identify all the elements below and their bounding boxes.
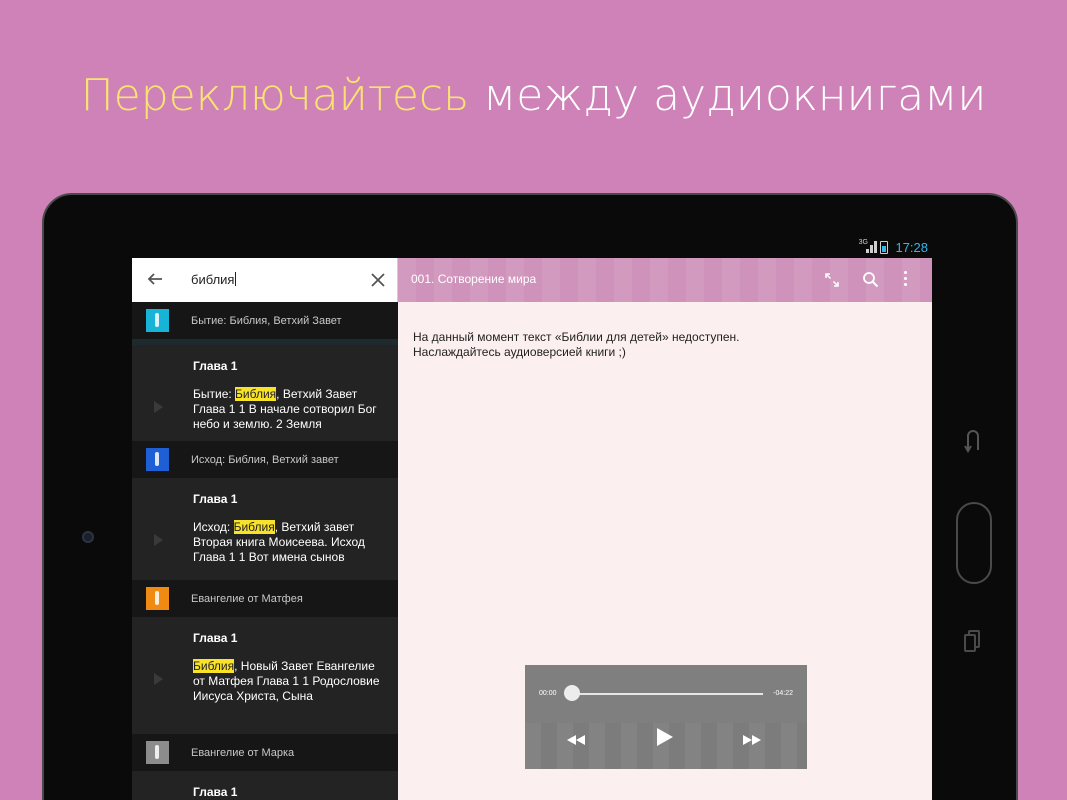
book-cover-icon xyxy=(146,587,169,610)
book-title: Евангелие от Марка xyxy=(191,747,295,759)
reader-pane: 001. Сотворение мира На данный момент те… xyxy=(398,258,932,800)
promo-headline: Переключайтесь между аудиокнигами xyxy=(0,70,1067,121)
search-query-text: библия xyxy=(191,272,235,287)
list-item-book[interactable]: Исход: Библия, Ветхий завет xyxy=(132,441,398,478)
signal-icon xyxy=(866,241,877,253)
fullscreen-icon[interactable] xyxy=(824,272,840,288)
book-title: Евангелие от Матфея xyxy=(191,593,303,605)
close-icon[interactable] xyxy=(370,272,386,288)
book-cover-icon xyxy=(146,309,169,332)
hardware-back-icon[interactable] xyxy=(963,428,983,454)
status-bar: 3G 17:28 xyxy=(132,238,932,258)
seek-bar[interactable] xyxy=(570,693,763,695)
rewind-icon[interactable] xyxy=(567,732,585,745)
elapsed-time: 00:00 xyxy=(539,690,557,697)
play-icon[interactable] xyxy=(154,534,163,546)
book-cover-icon xyxy=(146,741,169,764)
chapter-title: Глава 1 xyxy=(193,359,238,373)
search-icon[interactable] xyxy=(862,271,879,288)
remaining-time: -04:22 xyxy=(773,690,793,697)
seek-thumb[interactable] xyxy=(564,685,580,701)
status-time: 17:28 xyxy=(895,240,928,255)
list-item-book[interactable]: Бытие: Библия, Ветхий Завет xyxy=(132,302,398,339)
chapter-title: Глава 1 xyxy=(193,785,238,799)
reader-toolbar: 001. Сотворение мира xyxy=(398,258,932,302)
fast-forward-icon[interactable] xyxy=(743,732,761,745)
search-highlight: Библия xyxy=(233,520,275,534)
hardware-recent-apps-icon[interactable] xyxy=(964,630,982,652)
chapter-snippet: Исход: Библия, Ветхий завет Вторая книга… xyxy=(193,520,365,564)
book-title: Исход: Библия, Ветхий завет xyxy=(191,454,339,466)
book-title: Бытие: Библия, Ветхий Завет xyxy=(191,315,342,327)
chapter-heading: 001. Сотворение мира xyxy=(411,272,537,286)
back-arrow-icon[interactable] xyxy=(146,270,164,288)
list-item-book[interactable]: Евангелие от Матфея xyxy=(132,580,398,617)
headline-rest: между аудиокнигами xyxy=(469,70,987,121)
search-input[interactable]: библия xyxy=(191,272,237,287)
search-bar: библия xyxy=(132,258,398,302)
list-item-chapter[interactable]: Глава 1 xyxy=(132,771,398,800)
chapter-snippet: Бытие: Библия, Ветхий Завет Глава 1 1 В … xyxy=(193,387,377,431)
notice-line-2: Наслаждайтесь аудиоверсией книги ;) xyxy=(413,345,626,359)
list-item-chapter[interactable]: Глава 1 Бытие: Библия, Ветхий Завет Глав… xyxy=(132,345,398,441)
camera-icon xyxy=(82,531,94,543)
search-results-pane: библия Бытие: Библия, Ветхий Завет Глава… xyxy=(132,258,398,800)
app-screen: библия Бытие: Библия, Ветхий Завет Глава… xyxy=(132,258,932,800)
list-item-chapter[interactable]: Глава 1 Библия, Новый Завет Евангелие от… xyxy=(132,617,398,734)
play-icon[interactable] xyxy=(154,401,163,413)
more-options-icon[interactable] xyxy=(904,271,908,289)
chapter-snippet: Библия, Новый Завет Евангелие от Матфея … xyxy=(193,659,380,703)
list-item-chapter[interactable]: Глава 1 Исход: Библия, Ветхий завет Втор… xyxy=(132,478,398,580)
book-cover-icon xyxy=(146,448,169,471)
play-icon[interactable] xyxy=(154,673,163,685)
audio-player: 00:00 -04:22 xyxy=(525,665,807,769)
chapter-title: Глава 1 xyxy=(193,631,238,645)
notice-line-1: На данный момент текст «Библии для детей… xyxy=(413,330,740,344)
battery-icon xyxy=(880,241,888,254)
play-button[interactable] xyxy=(657,728,673,746)
chapter-title: Глава 1 xyxy=(193,492,238,506)
headline-accent: Переключайтесь xyxy=(80,70,470,121)
search-highlight: Библия xyxy=(235,387,277,401)
unavailable-notice: На данный момент текст «Библии для детей… xyxy=(413,330,833,360)
search-highlight: Библия xyxy=(193,659,235,673)
list-item-book[interactable]: Евангелие от Марка xyxy=(132,734,398,771)
results-list: Бытие: Библия, Ветхий Завет Глава 1 Быти… xyxy=(132,302,398,800)
hardware-home-button[interactable] xyxy=(956,502,992,584)
